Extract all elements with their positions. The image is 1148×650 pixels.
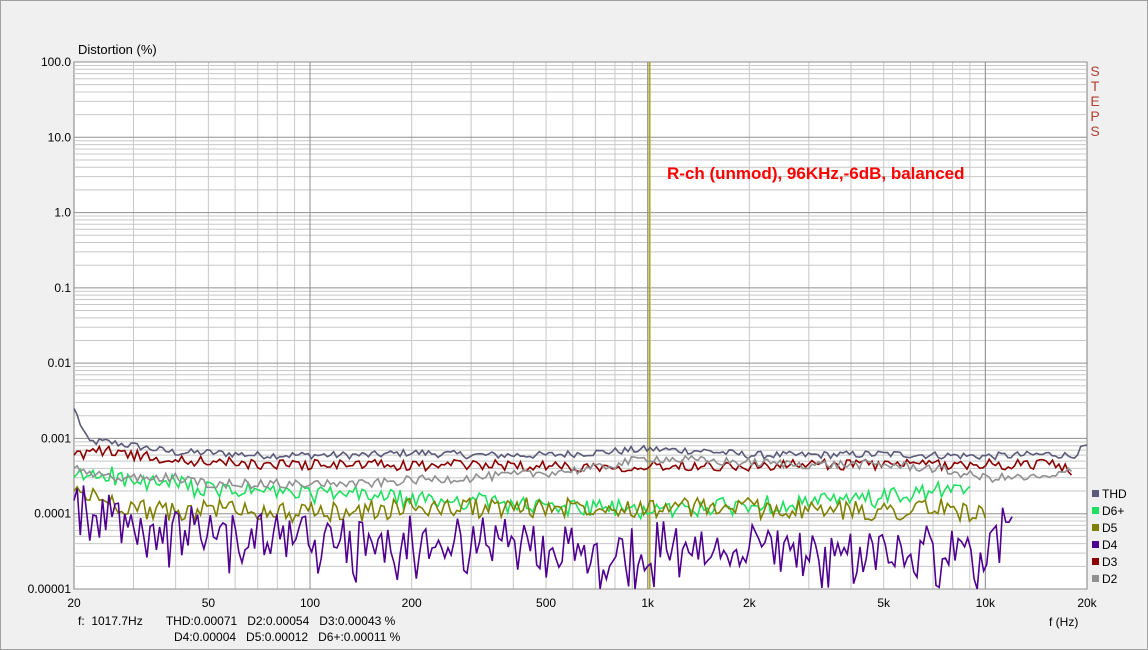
legend-swatch: [1092, 558, 1099, 565]
legend-swatch: [1092, 575, 1099, 582]
side-label-letter: T: [1091, 78, 1100, 94]
y-tick-label: 10.0: [48, 130, 72, 144]
legend-label: D2: [1102, 572, 1118, 586]
y-tick-label: 0.1: [54, 281, 71, 295]
x-tick-label: 20: [67, 596, 81, 610]
legend-swatch: [1092, 524, 1099, 531]
y-tick-label: 1.0: [54, 206, 71, 220]
x-tick-label: 2k: [743, 596, 757, 610]
x-tick-label: 200: [402, 596, 422, 610]
legend-swatch: [1092, 541, 1099, 548]
y-tick-label: 100.0: [41, 55, 71, 69]
x-axis-title: f (Hz): [1049, 615, 1078, 629]
x-tick-label: 100: [300, 596, 320, 610]
cursor-readout-line1: f: 1017.7Hz THD:0.00071 D2:0.00054 D3:0.…: [78, 614, 396, 628]
x-tick-label: 50: [202, 596, 216, 610]
x-tick-label: 500: [536, 596, 556, 610]
legend-label: D5: [1102, 521, 1118, 535]
x-tick-label: 5k: [877, 596, 891, 610]
legend-label: THD: [1102, 487, 1127, 501]
legend-label: D6+: [1102, 504, 1124, 518]
y-tick-label: 0.01: [48, 356, 72, 370]
x-tick-label: 1k: [641, 596, 655, 610]
x-tick-label: 20k: [1077, 596, 1097, 610]
y-tick-label: 0.0001: [34, 507, 71, 521]
side-label-letter: S: [1090, 63, 1099, 79]
x-tick-label: 10k: [976, 596, 996, 610]
chart-annotation: R-ch (unmod), 96KHz,-6dB, balanced: [667, 164, 965, 183]
y-tick-label: 0.001: [41, 431, 71, 445]
legend-swatch: [1092, 490, 1099, 497]
distortion-chart: 100.0 10.0 1.0 0.1 0.01 0.001 0.0001 0.0000120 5…: [28, 42, 1127, 629]
legend-label: D4: [1102, 538, 1118, 552]
y-axis-title: Distortion (%): [78, 42, 157, 57]
cursor-readout-line2: D4:0.00004 D5:0.00012 D6+:0.00011 %: [174, 630, 401, 644]
chart-window: 100.0 10.0 1.0 0.1 0.01 0.001 0.0001 0.00001 20 5…: [0, 0, 1148, 650]
legend-swatch: [1092, 507, 1099, 514]
side-label-letter: S: [1090, 123, 1099, 139]
y-tick-label: 0.00001: [28, 582, 72, 596]
side-label-letter: E: [1090, 93, 1099, 109]
legend-label: D3: [1102, 555, 1118, 569]
side-label-letter: P: [1090, 108, 1099, 124]
